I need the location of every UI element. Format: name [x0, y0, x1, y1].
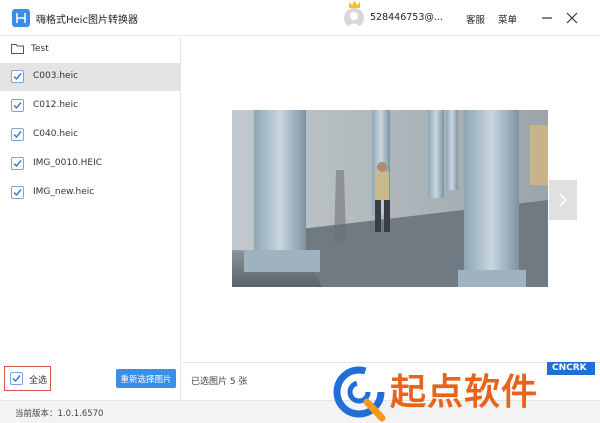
next-image-button[interactable] — [549, 180, 577, 220]
check-icon — [12, 375, 21, 383]
file-row[interactable]: C040.heic — [0, 121, 180, 149]
folder-name: Test — [31, 44, 49, 54]
close-icon — [566, 12, 578, 24]
select-all-checkbox[interactable] — [10, 372, 23, 385]
minimize-button[interactable] — [539, 10, 555, 26]
folder-row[interactable]: Test — [0, 37, 181, 61]
file-checkbox[interactable] — [11, 99, 24, 112]
menu-link[interactable]: 菜单 — [498, 12, 517, 26]
reselect-images-button[interactable]: 重新选择图片 — [116, 369, 176, 388]
minimize-icon — [542, 17, 552, 19]
check-icon — [13, 131, 22, 139]
watermark-tag: CNCRK — [552, 363, 587, 373]
version-label: 当前版本：1.0.1.6570 — [15, 409, 104, 419]
watermark-logo: CNCRK 起点软件 — [322, 358, 600, 423]
app-title: 嗨格式Heic图片转换器 — [36, 15, 138, 26]
file-row[interactable]: IMG_0010.HEIC — [0, 150, 180, 178]
file-row[interactable]: IMG_new.heic — [0, 179, 180, 207]
select-all-toggle[interactable]: 全选 — [4, 366, 51, 391]
app-logo-icon — [12, 9, 30, 27]
user-avatar[interactable] — [344, 8, 364, 28]
close-button[interactable] — [564, 10, 580, 26]
selected-count-label: 已选图片 5 张 — [191, 377, 248, 387]
preview-area — [182, 37, 600, 362]
file-row[interactable]: C012.heic — [0, 92, 180, 120]
watermark-brand: 起点软件 — [390, 372, 539, 413]
title-bar: 嗨格式Heic图片转换器 528446753@... 客服 菜单 — [0, 0, 600, 36]
file-name: IMG_0010.HEIC — [33, 158, 103, 168]
file-checkbox[interactable] — [11, 128, 24, 141]
file-checkbox[interactable] — [11, 186, 24, 199]
folder-icon — [11, 43, 24, 57]
file-name: C040.heic — [33, 129, 79, 139]
file-checkbox[interactable] — [11, 70, 24, 83]
file-name: C012.heic — [33, 100, 79, 110]
file-checkbox[interactable] — [11, 157, 24, 170]
check-icon — [13, 189, 22, 197]
chevron-right-icon — [559, 193, 568, 207]
check-icon — [13, 160, 22, 168]
file-list-panel: Test C003.heic C012.heic C040.heic IMG_0… — [0, 37, 181, 400]
select-all-label: 全选 — [29, 376, 48, 386]
file-name: IMG_new.heic — [33, 187, 95, 197]
file-name: C003.heic — [33, 71, 79, 81]
file-row[interactable]: C003.heic — [0, 63, 180, 91]
image-preview — [232, 110, 548, 287]
check-icon — [13, 73, 22, 81]
customer-service-link[interactable]: 客服 — [466, 12, 485, 26]
check-icon — [13, 102, 22, 110]
user-id-label[interactable]: 528446753@... — [370, 12, 443, 23]
